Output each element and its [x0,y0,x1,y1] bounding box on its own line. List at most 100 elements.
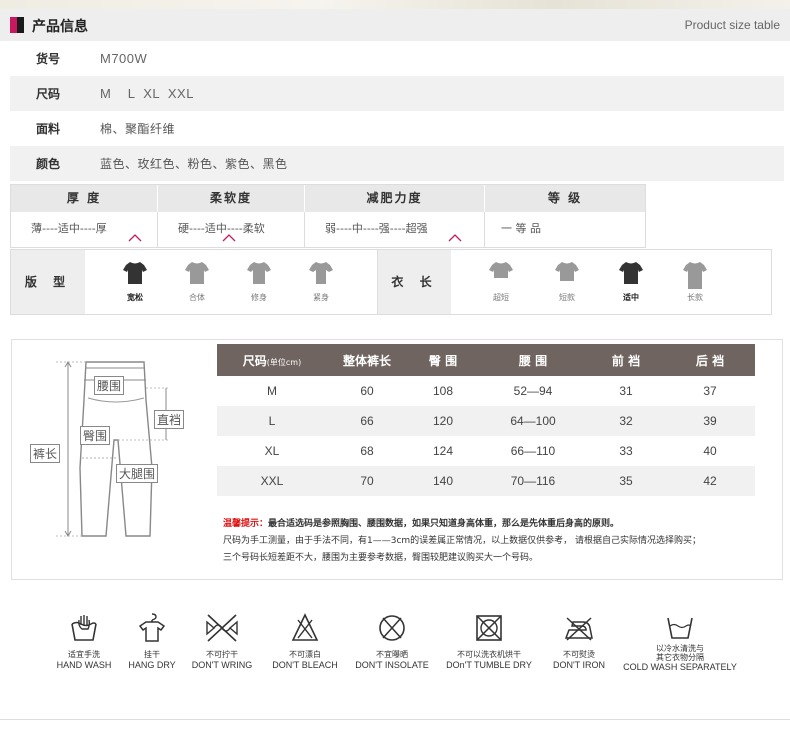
tshirt-icon [489,262,513,278]
length-label: 衣 长 [377,250,451,314]
no-bleach-icon [291,613,319,641]
fit-label: 版 型 [11,250,85,314]
attribute-value: 薄----适中----厚 [31,222,107,235]
length-option-long: 长款 [675,260,715,303]
cold-wash-icon [667,617,693,639]
table-cell: 68 [360,444,374,458]
size-notes: 温馨提示：最合适选码是参照胸围、腰围数据，如果只知道身高体重，那么是先体重后身高… [223,516,701,567]
care-no-iron: 不可熨烫 DON'T IRON [544,612,614,671]
length-option-short: 短款 [547,260,587,303]
care-label-zh: 不宜曝晒 [376,650,408,659]
no-insolate-icon [379,615,405,641]
size-table-header-row: 尺码(单位cm) 整体裤长 臀 围 腰 围 前 裆 后 裆 [217,344,755,376]
info-value: 蓝色、玫红色、粉色、紫色、黑色 [100,157,288,171]
table-cell: XL [264,444,280,458]
table-cell: 60 [360,384,374,398]
care-label-en: DON'T WRING [191,660,253,670]
table-cell: 40 [703,444,717,458]
table-cell: 124 [432,444,454,458]
table-cell: 33 [619,444,633,458]
header-marker-icon [10,17,24,33]
table-cell: 39 [665,406,755,436]
table-cell: L [217,406,327,436]
table-cell: 66 [327,406,407,436]
info-label: 面料 [36,122,61,136]
product-info-table: 货号 M700W 尺码 M L XL XXL 面料 棉、聚酯纤维 颜色 蓝色、玫… [10,41,784,181]
info-label: 货号 [36,52,61,66]
care-label-en: DOn'T TUMBLE DRY [446,660,532,670]
length-option-label: 短款 [559,293,575,302]
tshirt-icon [185,262,209,284]
care-label-zh: 以冷水清洗与 其它衣物分隔 [656,644,704,662]
care-label-en: COLD WASH SEPARATELY [623,662,737,672]
care-no-wring: 不可拧干 DON'T WRING [186,612,258,671]
attribute-value: 一 等 品 [501,222,541,235]
section-subtitle: Product size table [684,18,780,32]
size-table-header: 前 裆 [587,344,665,376]
care-no-tumble-dry: 不可以洗衣机烘干 DOn'T TUMBLE DRY [440,612,538,671]
info-value: M L XL XXL [100,86,194,101]
care-cold-wash: 以冷水清洗与 其它衣物分隔 COLD WASH SEPARATELY [618,612,742,673]
care-label-zh: 适宜手洗 [68,650,100,659]
fit-option-label: 合体 [189,293,205,302]
section-title: 产品信息 [32,19,88,35]
care-label-en: DON'T INSOLATE [355,660,429,670]
attribute-value-grade: 一 等 品 [485,212,645,248]
care-label-zh: 不可以洗衣机烘干 [457,650,521,659]
info-row-fabric: 面料 棉、聚酯纤维 [10,111,784,146]
tshirt-icon [123,262,147,284]
fit-option-label: 修身 [251,293,267,302]
note-line: 三个号码长短差距不大，腰围为主要参考数据，臀围较肥建议购买大一个号码。 [223,553,539,563]
top-banner-strip [0,0,790,9]
fit-length-panel: 版 型 宽松 合体 修身 紧身 衣 长 超短 短款 适中 长款 [10,249,772,315]
info-row-size: 尺码 M L XL XXL [10,76,784,111]
footer-divider [0,719,790,720]
table-row: M 60 108 52—94 31 37 [217,376,755,406]
size-table-header: 整体裤长 [327,344,407,376]
waist-label: 腰围 [94,376,125,395]
fit-option-label: 宽松 [127,293,143,302]
tshirt-icon [247,262,271,284]
table-cell: XXL [217,466,327,496]
tshirt-icon [683,262,707,289]
info-row-color: 颜色 蓝色、玫红色、粉色、紫色、黑色 [10,146,784,181]
size-table-header: 腰 围 [479,344,587,376]
attribute-value-row: 薄----适中----厚 硬----适中----柔软 弱----中----强--… [11,212,645,248]
length-label: 裤长 [30,444,61,463]
table-cell: 66—110 [510,444,556,458]
hand-wash-icon [71,615,97,641]
tshirt-icon [619,262,643,284]
no-iron-icon [564,617,593,641]
note-line: 尺码为手工测量，由于手法不同，有1——3cm的误差属正常情况，以上数据仅供参考，… [223,536,702,546]
care-hand-wash: 适宜手洗 HAND WASH [52,612,116,671]
table-cell: 140 [407,466,479,496]
attribute-table: 厚 度 柔软度 减肥力度 等 级 薄----适中----厚 硬----适中---… [10,184,646,248]
hip-label: 臀围 [80,426,111,445]
hang-dry-icon [138,613,166,642]
size-chart-panel: 腰围 直裆 臀围 裤长 大腿围 尺码(单位cm) 整体裤长 臀 围 腰 围 前 … [11,339,783,580]
care-label-en: HANG DRY [128,660,176,670]
length-option-crop: 超短 [481,260,521,303]
tshirt-icon [309,262,333,284]
info-value: M700W [100,51,148,66]
size-table: 尺码(单位cm) 整体裤长 臀 围 腰 围 前 裆 后 裆 M 60 108 5… [217,344,755,496]
size-table-header: 后 裆 [665,344,755,376]
attribute-value: 弱----中----强----超强 [325,222,428,235]
attribute-header: 减肥力度 [305,185,485,212]
care-label-en: DON'T IRON [552,660,606,670]
attribute-header: 厚 度 [11,185,158,212]
fit-option-regular: 合体 [177,260,217,303]
table-cell: 32 [587,406,665,436]
selected-marker-icon [128,234,142,242]
no-tumble-dry-icon [476,615,502,641]
care-label-zh: 不可熨烫 [563,650,595,659]
attribute-header-row: 厚 度 柔软度 减肥力度 等 级 [11,185,645,212]
table-cell: 64—100 [479,406,587,436]
table-cell: 108 [432,384,454,398]
attribute-value-slimming: 弱----中----强----超强 [305,212,485,248]
table-row: XL 68 124 66—110 33 40 [217,436,755,466]
length-option-label: 长款 [687,293,703,302]
thigh-label: 大腿围 [116,464,159,483]
table-cell: 70 [327,466,407,496]
selected-marker-icon [222,234,236,242]
